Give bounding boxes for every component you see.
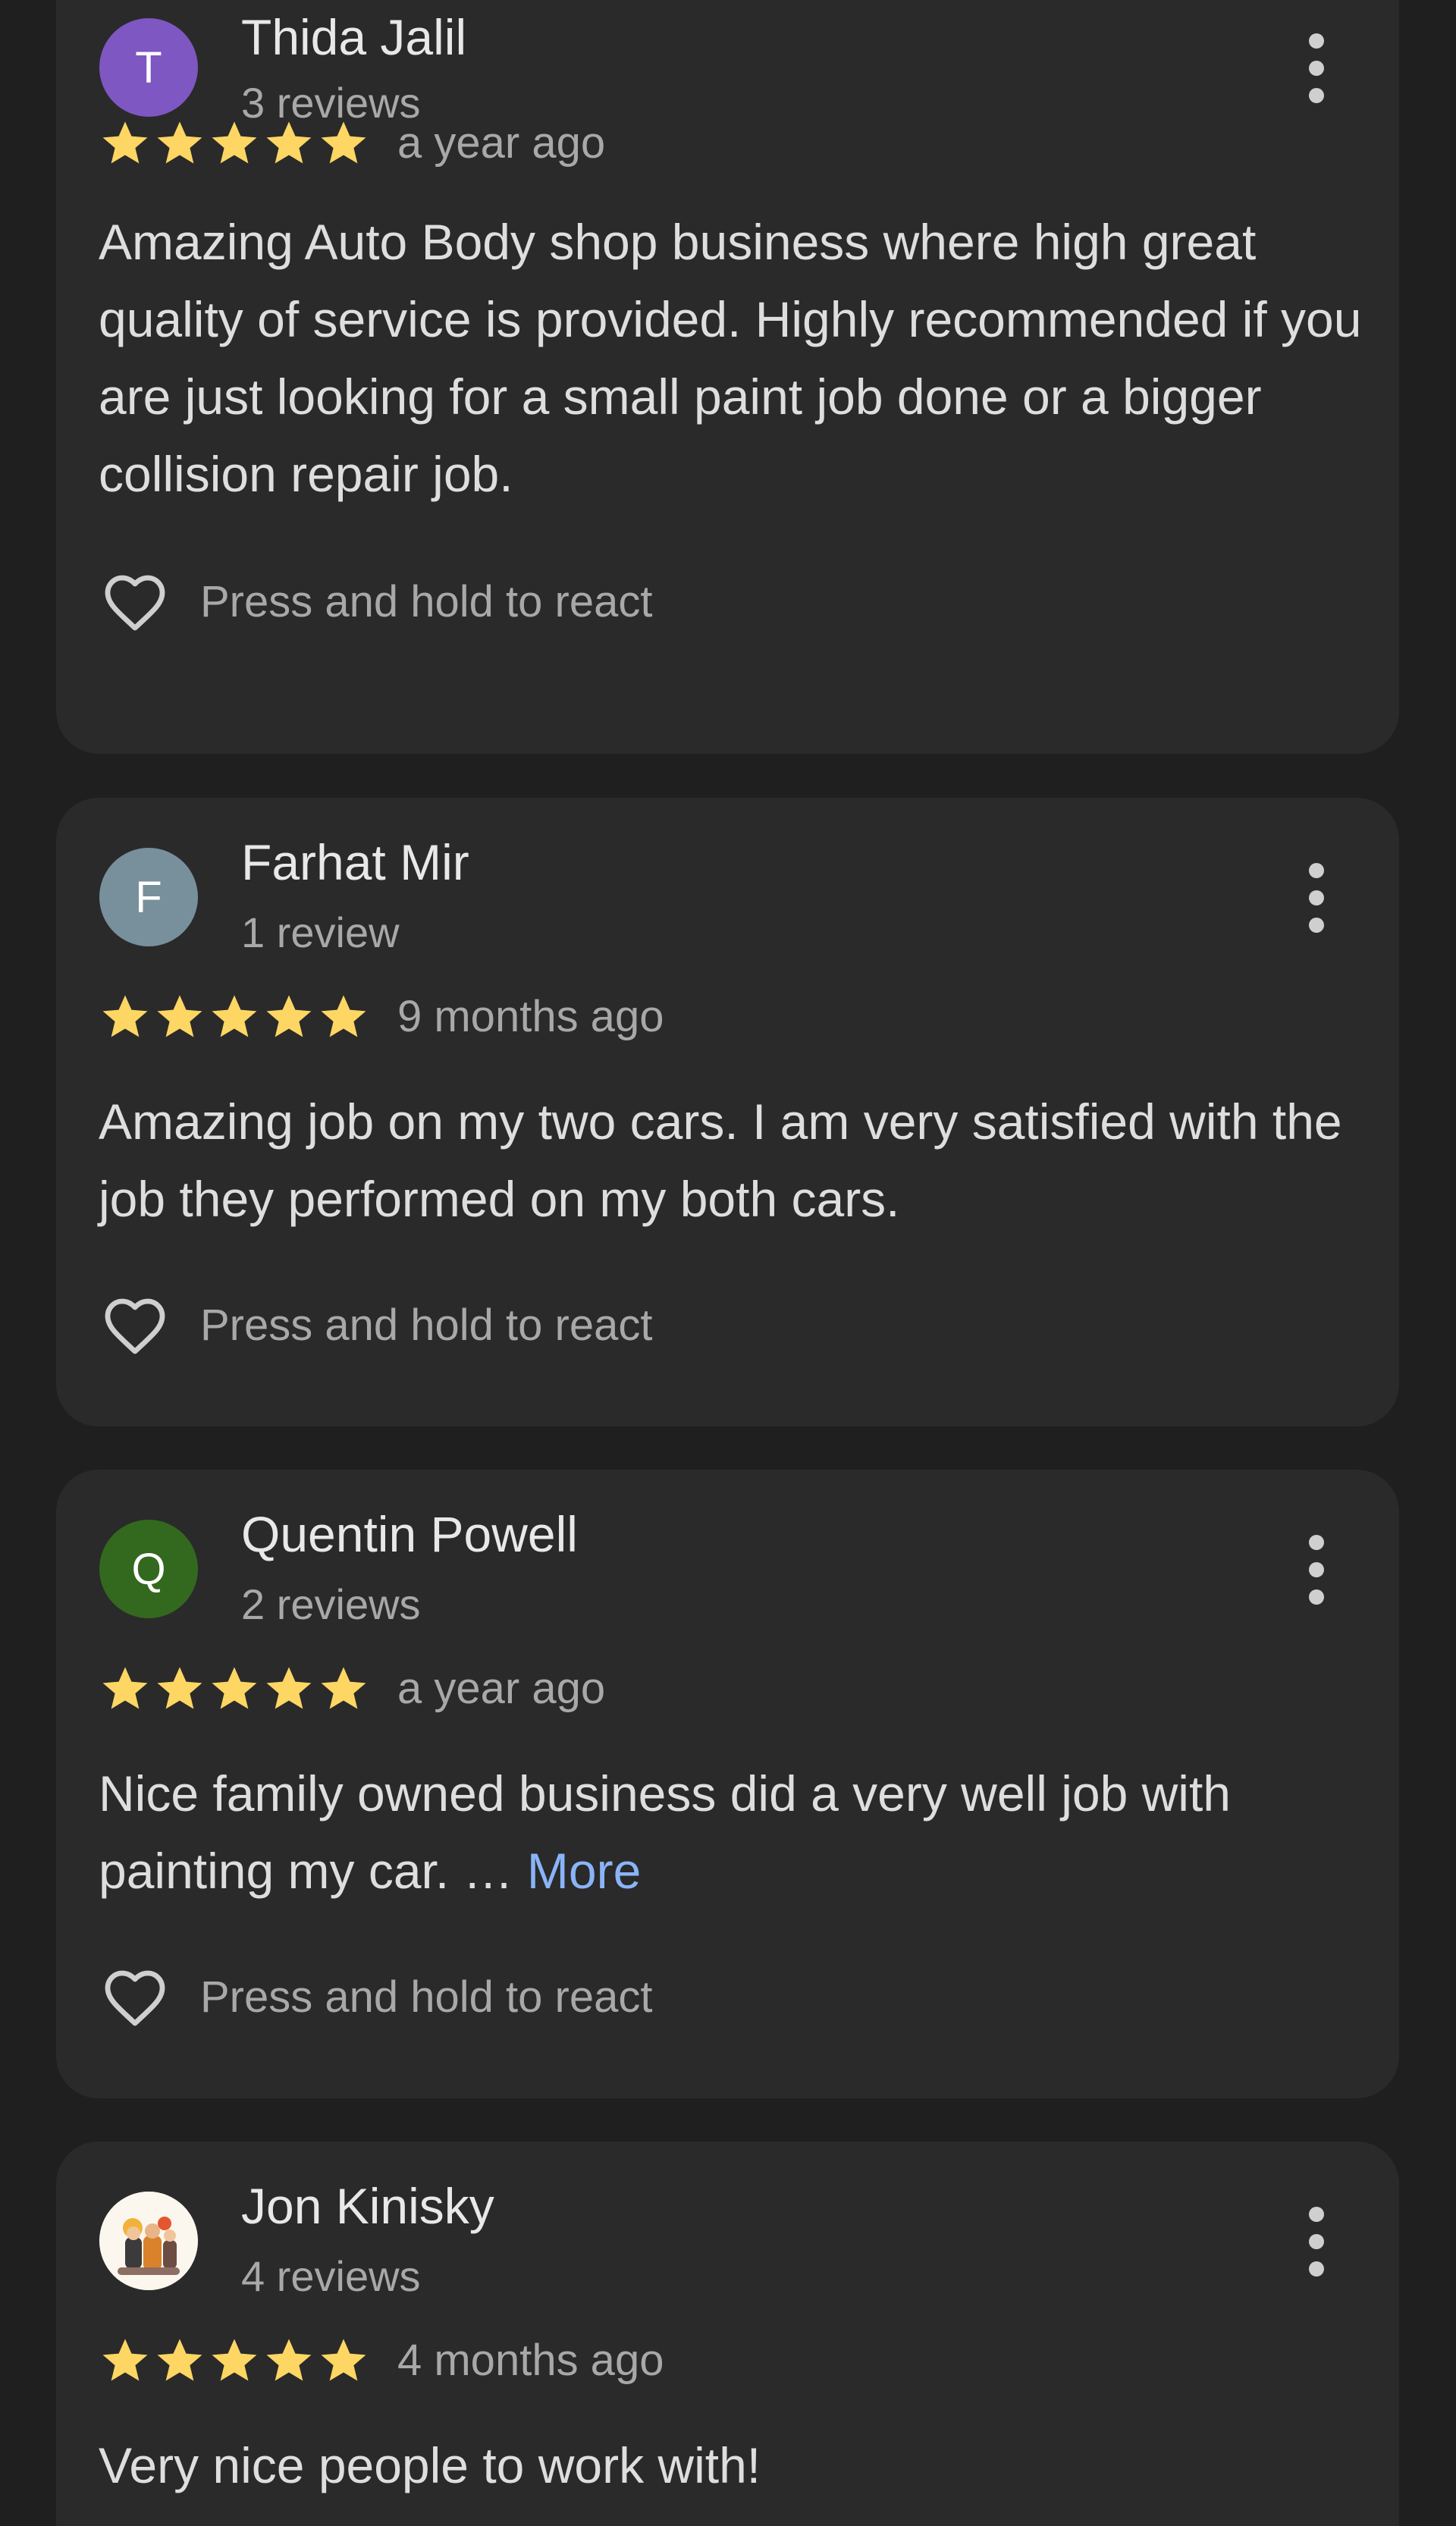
star-icon <box>102 121 148 164</box>
review-date: a year ago <box>397 1664 606 1713</box>
reviewer-name[interactable]: Thida Jalil <box>241 12 466 62</box>
more-vert-icon[interactable] <box>1290 23 1343 114</box>
star-icon <box>266 121 312 164</box>
heart-outline-icon[interactable] <box>99 1289 171 1362</box>
react-label: Press and hold to react <box>200 577 653 626</box>
rating-row: 4 months ago <box>99 2334 664 2387</box>
rating-row: 9 months ago <box>99 990 664 1043</box>
reviews-feed: T Thida Jalil 3 reviews a year ago Amazi… <box>0 0 1456 2526</box>
star-icon <box>266 995 312 1037</box>
profile-photo-image <box>99 2192 198 2290</box>
star-icon <box>102 2339 148 2381</box>
avatar-letter: F <box>135 872 162 922</box>
star-icon <box>157 2339 202 2381</box>
avatar[interactable]: T <box>99 18 198 117</box>
star-rating <box>99 990 370 1043</box>
star-icon <box>212 121 257 164</box>
react-button[interactable]: Press and hold to react <box>99 1288 652 1363</box>
heart-outline-icon[interactable] <box>99 566 171 639</box>
review-text: Amazing job on my two cars. I am very sa… <box>99 1094 1342 1227</box>
more-vert-icon[interactable] <box>1290 852 1343 943</box>
star-icon <box>157 121 202 164</box>
avatar[interactable] <box>99 2192 198 2290</box>
review-card: T Thida Jalil 3 reviews a year ago Amazi… <box>56 0 1399 754</box>
review-date: 9 months ago <box>397 992 664 1041</box>
star-rating <box>99 117 370 170</box>
more-vert-icon[interactable] <box>1290 1524 1343 1615</box>
review-text: Nice family owned business did a very we… <box>99 1755 1380 1909</box>
star-rating <box>99 1662 370 1715</box>
more-vert-icon[interactable] <box>1290 2196 1343 2287</box>
reviewer-name[interactable]: Farhat Mir <box>241 837 469 887</box>
star-icon <box>321 1667 366 1709</box>
star-rating <box>99 2334 370 2387</box>
star-icon <box>212 1667 257 1709</box>
review-count: 2 reviews <box>241 1580 421 1628</box>
react-label: Press and hold to react <box>200 1301 653 1350</box>
star-icon <box>212 2339 257 2381</box>
review-text: Amazing Auto Body shop business where hi… <box>99 214 1362 502</box>
review-card: F Farhat Mir 1 review 9 months ago Amazi… <box>56 798 1399 1426</box>
review-text-content: Nice family owned business did a very we… <box>99 1765 1231 1899</box>
reviewer-name[interactable]: Quentin Powell <box>241 1509 578 1559</box>
review-date: 4 months ago <box>397 2336 664 2385</box>
review-card: Q Quentin Powell 2 reviews a year ago Ni… <box>56 1470 1399 2098</box>
react-button[interactable]: Press and hold to react <box>99 1960 652 2035</box>
star-icon <box>157 995 202 1037</box>
rating-row: a year ago <box>99 1662 605 1715</box>
react-label: Press and hold to react <box>200 1972 653 2022</box>
avatar-letter: Q <box>131 1544 166 1594</box>
star-icon <box>266 1667 312 1709</box>
react-button[interactable]: Press and hold to react <box>99 564 652 640</box>
star-icon <box>102 1667 148 1709</box>
review-text: Very nice people to work with! <box>99 2437 761 2493</box>
star-icon <box>266 2339 312 2381</box>
review-date: a year ago <box>397 118 606 168</box>
review-card: Jon Kinisky 4 reviews 4 months ago Very … <box>56 2142 1399 2526</box>
rating-row: a year ago <box>99 117 605 170</box>
avatar[interactable]: F <box>99 848 198 946</box>
more-link[interactable]: More <box>527 1843 641 1899</box>
avatar[interactable]: Q <box>99 1520 198 1618</box>
star-icon <box>321 121 366 164</box>
heart-outline-icon[interactable] <box>99 1961 171 2034</box>
star-icon <box>157 1667 202 1709</box>
star-icon <box>321 2339 366 2381</box>
avatar-letter: T <box>135 42 162 93</box>
review-count: 4 reviews <box>241 2252 421 2300</box>
review-count: 1 review <box>241 908 400 956</box>
reviewer-name[interactable]: Jon Kinisky <box>241 2181 494 2231</box>
star-icon <box>212 995 257 1037</box>
star-icon <box>321 995 366 1037</box>
star-icon <box>102 995 148 1037</box>
